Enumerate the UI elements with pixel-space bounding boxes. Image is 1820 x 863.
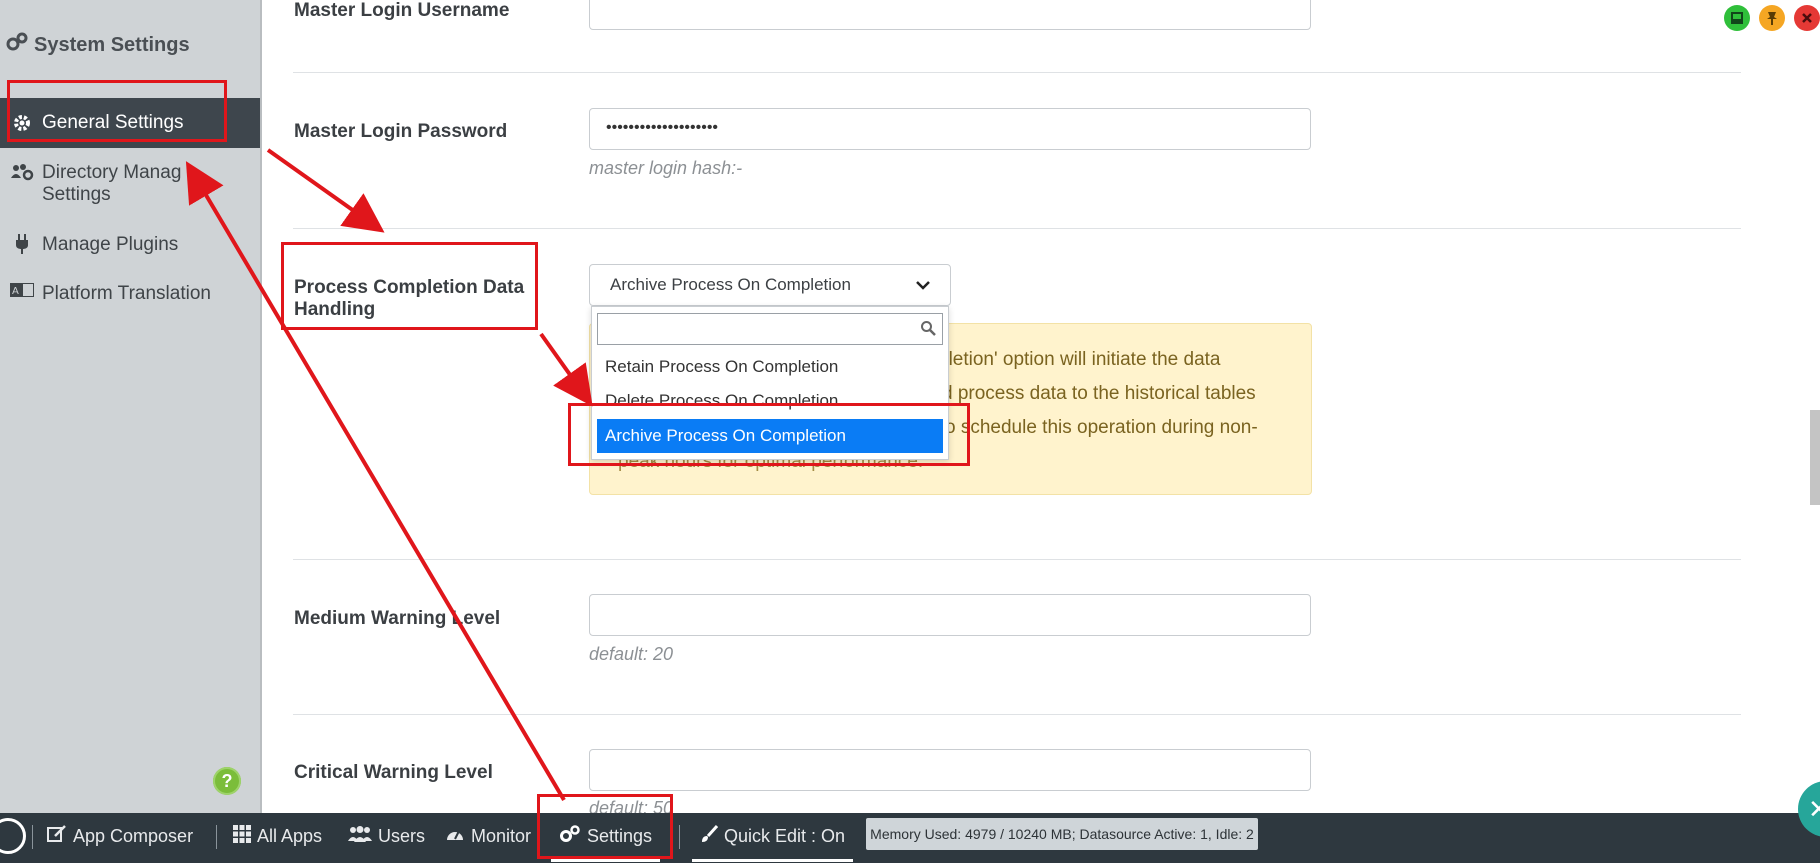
scrollbar-thumb[interactable] xyxy=(1810,410,1820,505)
divider xyxy=(293,714,1741,715)
master-username-input[interactable] xyxy=(589,0,1311,30)
divider xyxy=(293,559,1741,560)
sidebar-item-label: Manage Plugins xyxy=(42,234,179,255)
users-label: Users xyxy=(378,825,426,846)
pin-icon[interactable] xyxy=(1759,5,1785,31)
annotation-box-settings xyxy=(537,794,673,859)
grid-icon xyxy=(233,824,251,848)
medium-warning-label: Medium Warning Level xyxy=(294,608,501,629)
sidebar-title: System Settings xyxy=(6,32,190,58)
dropdown-search-input[interactable] xyxy=(597,313,943,345)
medium-warning-input[interactable] xyxy=(589,594,1311,636)
sidebar-item-platform-translation[interactable]: A Platform Translation xyxy=(0,283,260,305)
arrow-process-to-archive xyxy=(539,332,593,407)
minimize-icon[interactable] xyxy=(1724,5,1750,31)
search-icon xyxy=(920,320,936,341)
sidebar-item-label: Platform Translation xyxy=(42,283,211,304)
separator xyxy=(679,825,680,849)
master-username-label: Master Login Username xyxy=(294,0,510,21)
annotation-box-process-label xyxy=(281,242,538,330)
logo-icon[interactable] xyxy=(0,818,26,854)
all-apps-label: All Apps xyxy=(257,825,323,846)
critical-warning-label: Critical Warning Level xyxy=(294,762,493,783)
annotation-box-archive-option xyxy=(568,403,970,466)
critical-warning-input[interactable] xyxy=(589,749,1311,791)
dropdown-option-retain[interactable]: Retain Process On Completion xyxy=(597,350,943,384)
separator xyxy=(216,825,217,849)
memory-status: Memory Used: 4979 / 10240 MB; Datasource… xyxy=(866,818,1258,850)
svg-text:A: A xyxy=(12,286,19,297)
arrow-general-to-process xyxy=(266,148,385,233)
sidebar-title-text: System Settings xyxy=(34,33,190,56)
app-composer-button[interactable]: App Composer xyxy=(47,813,193,859)
sidebar-item-label: Directory Manag xyxy=(42,162,182,183)
monitor-label: Monitor xyxy=(471,825,532,846)
master-password-label: Master Login Password xyxy=(294,121,508,142)
help-icon[interactable]: ? xyxy=(213,767,241,795)
all-apps-button[interactable]: All Apps xyxy=(233,813,322,859)
select-value: Archive Process On Completion xyxy=(610,275,851,294)
separator xyxy=(32,825,33,849)
process-completion-select[interactable]: Archive Process On Completion xyxy=(589,264,951,306)
quick-edit-toggle[interactable]: Quick Edit : On xyxy=(692,813,854,862)
paintbrush-icon xyxy=(700,824,719,848)
monitor-button[interactable]: Monitor xyxy=(445,813,531,859)
master-hash-hint: master login hash:- xyxy=(589,158,743,178)
master-password-input[interactable]: •••••••••••••••••••• xyxy=(589,108,1311,150)
quick-edit-label: Quick Edit : On xyxy=(724,825,846,846)
translate-icon: A xyxy=(10,283,34,297)
bottom-toolbar: App Composer All Apps Users Monitor Sett… xyxy=(0,813,1820,863)
medium-warning-hint: default: 20 xyxy=(589,644,674,664)
edit-icon xyxy=(47,824,67,848)
plug-icon xyxy=(10,234,34,254)
annotation-box-general-settings xyxy=(7,80,227,142)
gauge-icon xyxy=(445,826,465,847)
sidebar-item-label-line2: Settings xyxy=(42,184,111,205)
app-composer-label: App Composer xyxy=(73,825,194,846)
close-icon[interactable] xyxy=(1794,5,1820,31)
divider xyxy=(293,72,1741,73)
users-icon xyxy=(348,825,372,847)
gears-icon xyxy=(6,32,28,58)
sidebar-item-manage-plugins[interactable]: Manage Plugins xyxy=(0,234,260,256)
sidebar-item-directory-manager-settings[interactable]: Directory Manag Settings xyxy=(0,162,260,206)
divider xyxy=(293,228,1741,229)
users-gear-icon xyxy=(10,162,34,182)
users-button[interactable]: Users xyxy=(348,813,425,859)
chevron-down-icon xyxy=(916,275,930,295)
